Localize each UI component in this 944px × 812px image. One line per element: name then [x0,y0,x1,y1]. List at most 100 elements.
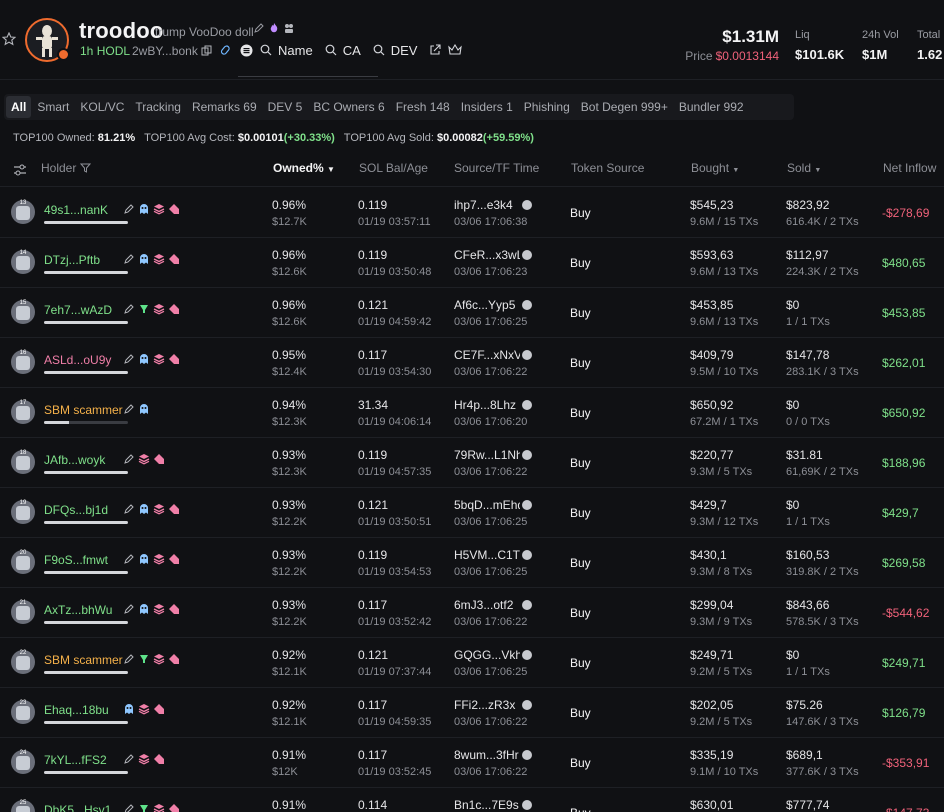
holder-address[interactable]: DTzj...Pftb [44,253,100,267]
search-ca-icon[interactable] [323,42,339,58]
search-ca-button[interactable]: CA [343,43,361,58]
col-owned[interactable]: Owned% ▼ [273,161,335,175]
solscan-icon[interactable] [522,500,532,510]
holder-address[interactable]: AxTz...bhWu [44,603,112,617]
col-sold[interactable]: Sold ▼ [787,161,821,175]
funding-source[interactable]: Af6c...Yyp5 [454,298,520,312]
solscan-icon[interactable] [522,550,532,560]
holder-address[interactable]: DbK5...Hsv1 [44,803,111,812]
funding-source[interactable]: FFi2...zR3x [454,698,520,712]
solscan-icon[interactable] [522,400,532,410]
table-row[interactable]: 21 AxTz...bhWu 0.93% $12.2K 0.117 01/19 03:52… [0,588,944,638]
star-icon[interactable] [2,32,16,46]
tab-all[interactable]: All [6,96,32,118]
column-settings-icon[interactable] [13,164,27,176]
pump-icon[interactable] [218,42,234,58]
solscan-icon[interactable] [522,800,532,810]
solscan-icon[interactable] [522,700,532,710]
col-net-inflow[interactable]: Net Inflow [883,161,936,175]
edit-icon[interactable] [123,652,135,670]
funding-source[interactable]: Bn1c...7E9s [454,798,520,812]
tab-fresh[interactable]: Fresh 148 [391,96,455,118]
holder-address[interactable]: 49s1...nanK [44,203,108,217]
funding-source[interactable]: 6mJ3...otf2 [454,598,520,612]
funding-source[interactable]: 8wum...3fHr [454,748,520,762]
holder-address[interactable]: SBM scammer [44,403,123,417]
edit-icon[interactable] [123,752,135,770]
funding-source[interactable]: H5VM...C1Tt [454,548,520,562]
edit-icon[interactable] [123,502,135,520]
edit-icon[interactable] [123,352,135,370]
table-row[interactable]: 13 49s1...nanK 0.96% $12.7K 0.119 01/19 03:57… [0,188,944,238]
tab-phishing[interactable]: Phishing [519,96,575,118]
edit-icon[interactable] [123,252,135,270]
solscan-icon[interactable] [522,650,532,660]
table-row[interactable]: 14 DTzj...Pftb 0.96% $12.6K 0.119 01/19 03:50… [0,238,944,288]
holder-address[interactable]: JAfb...woyk [44,453,105,467]
solscan-icon[interactable] [522,350,532,360]
tab-bundler[interactable]: Bundler 992 [674,96,749,118]
search-dev-icon[interactable] [371,42,387,58]
col-token-source[interactable]: Token Source [571,161,644,175]
tab-bot-degen[interactable]: Bot Degen 999+ [576,96,673,118]
funding-source[interactable]: Hr4p...8Lhz [454,398,520,412]
search-name-button[interactable]: Name [278,43,313,58]
funding-source[interactable]: 79Rw...L1Nh [454,448,520,462]
solscan-icon[interactable] [522,200,532,210]
funding-source[interactable]: 5bqD...mEhd [454,498,520,512]
tab-insiders[interactable]: Insiders 1 [456,96,518,118]
holder-address[interactable]: DFQs...bj1d [44,503,108,517]
edit-icon[interactable] [123,202,135,220]
table-row[interactable]: 19 DFQs...bj1d 0.93% $12.2K 0.121 01/19 03:50… [0,488,944,538]
tab-remarks[interactable]: Remarks 69 [187,96,262,118]
tab-kol-vc[interactable]: KOL/VC [75,96,129,118]
holder-address[interactable]: Ehaq...18bu [44,703,109,717]
crown-icon[interactable] [447,42,463,58]
holder-address[interactable]: 7eh7...wAzD [44,303,112,317]
col-bought[interactable]: Bought ▼ [691,161,739,175]
table-row[interactable]: 16 ASLd...oU9y 0.95% $12.4K 0.117 01/19 03:54… [0,338,944,388]
holder-address[interactable]: SBM scammer [44,653,123,667]
funding-source[interactable]: ihp7...e3k4 [454,198,520,212]
tab-tracking[interactable]: Tracking [130,96,186,118]
table-row[interactable]: 24 7kYL...fFS2 0.91% $12K 0.117 01/19 03:52:4… [0,738,944,788]
holder-address[interactable]: ASLd...oU9y [44,353,111,367]
solscan-icon[interactable] [522,600,532,610]
edit-icon[interactable] [123,402,135,420]
filter-icon[interactable] [79,163,91,173]
contract-address[interactable]: 2wBY...bonk [132,44,198,58]
funding-source[interactable]: GQGG...Vkhi [454,648,520,662]
table-row[interactable]: 18 JAfb...woyk 0.93% $12.3K 0.119 01/19 04:57… [0,438,944,488]
tab-dev[interactable]: DEV 5 [263,96,308,118]
edit-icon[interactable] [123,802,135,812]
table-row[interactable]: 23 Ehaq...18bu 0.92% $12.1K 0.117 01/19 04:59… [0,688,944,738]
search-name-icon[interactable] [258,42,274,58]
tab-smart[interactable]: Smart [32,96,74,118]
solscan-icon[interactable] [522,750,532,760]
tab-bc-owners[interactable]: BC Owners 6 [308,96,389,118]
edit-icon[interactable] [123,302,135,320]
search-dev-button[interactable]: DEV [391,43,418,58]
edit-icon[interactable] [123,602,135,620]
solscan-icon[interactable] [238,42,254,58]
solscan-icon[interactable] [522,250,532,260]
table-row[interactable]: 15 7eh7...wAzD 0.96% $12.6K 0.121 01/19 04:59… [0,288,944,338]
table-row[interactable]: 22 SBM scammer 0.92% $12.1K 0.121 01/19 07:37… [0,638,944,688]
table-row[interactable]: 20 F9oS...fmwt 0.93% $12.2K 0.119 01/19 03:54… [0,538,944,588]
holder-address[interactable]: 7kYL...fFS2 [44,753,107,767]
edit-icon[interactable] [123,552,135,570]
holder-address[interactable]: F9oS...fmwt [44,553,108,567]
funding-source[interactable]: CFeR...x3wL [454,248,520,262]
table-row[interactable]: 17 SBM scammer 0.94% $12.3K 31.34 01/19 04:06… [0,388,944,438]
col-sol-bal[interactable]: SOL Bal/Age [359,161,428,175]
col-source[interactable]: Source/TF Time [454,161,539,175]
edit-icon[interactable] [123,452,135,470]
solscan-icon[interactable] [522,300,532,310]
solscan-icon[interactable] [522,450,532,460]
funding-source[interactable]: CE7F...xNxV [454,348,520,362]
edit-icon[interactable] [253,22,265,34]
col-holder[interactable]: Holder [41,161,91,175]
copy-icon[interactable] [198,42,214,58]
share-icon[interactable] [427,42,443,58]
table-row[interactable]: 25 DbK5...Hsv1 0.91% 0.114 Bn1c...7E9s Buy $63… [0,788,944,812]
